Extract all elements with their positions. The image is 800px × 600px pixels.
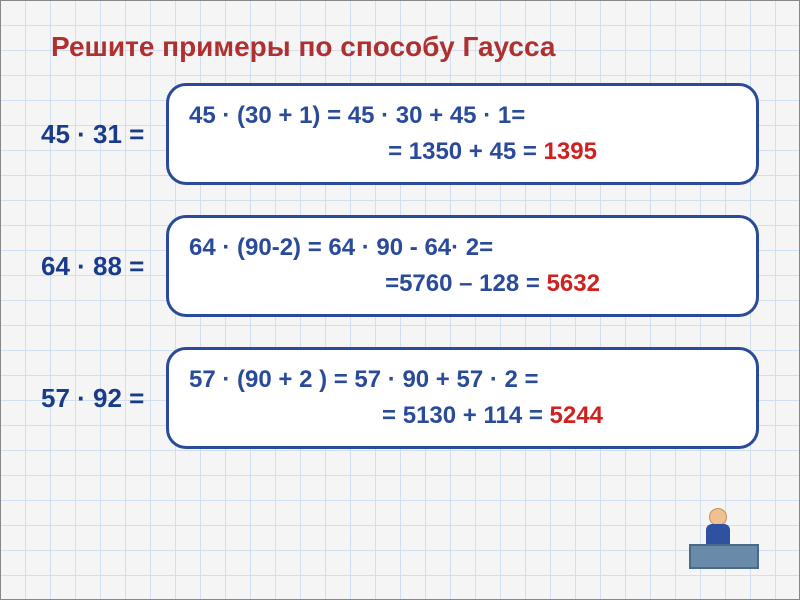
problem-3: 57 · 92 = [41,383,151,414]
solution-box-3: 57 · (90 + 2 ) = 57 · 90 + 57 · 2 = = 51… [166,347,759,449]
answer-3: 5244 [550,402,603,429]
solution-prefix-3: = 5130 + 114 = [382,402,550,429]
example-row-3: 57 · 92 = 57 · (90 + 2 ) = 57 · 90 + 57 … [41,347,759,449]
solution-line2-2: =5760 – 128 = 5632 [189,266,736,302]
problem-2: 64 · 88 = [41,251,151,282]
example-row-1: 45 · 31 = 45 · (30 + 1) = 45 · 30 + 45 ·… [41,83,759,185]
slide-title: Решите примеры по способу Гаусса [51,31,759,63]
answer-1: 1395 [544,138,597,165]
solution-prefix-1: = 1350 + 45 = [388,138,543,165]
answer-2: 5632 [547,270,600,297]
solution-line2-3: = 5130 + 114 = 5244 [189,398,736,434]
example-row-2: 64 · 88 = 64 · (90-2) = 64 · 90 - 64· 2=… [41,215,759,317]
solution-line1-3: 57 · (90 + 2 ) = 57 · 90 + 57 · 2 = [189,362,736,398]
problem-1: 45 · 31 = [41,119,151,150]
solution-box-1: 45 · (30 + 1) = 45 · 30 + 45 · 1= = 1350… [166,83,759,185]
solution-line1-2: 64 · (90-2) = 64 · 90 - 64· 2= [189,230,736,266]
solution-line2-1: = 1350 + 45 = 1395 [189,134,736,170]
student-illustration [689,489,769,569]
solution-prefix-2: =5760 – 128 = [385,270,546,297]
solution-line1-1: 45 · (30 + 1) = 45 · 30 + 45 · 1= [189,98,736,134]
solution-box-2: 64 · (90-2) = 64 · 90 - 64· 2= =5760 – 1… [166,215,759,317]
